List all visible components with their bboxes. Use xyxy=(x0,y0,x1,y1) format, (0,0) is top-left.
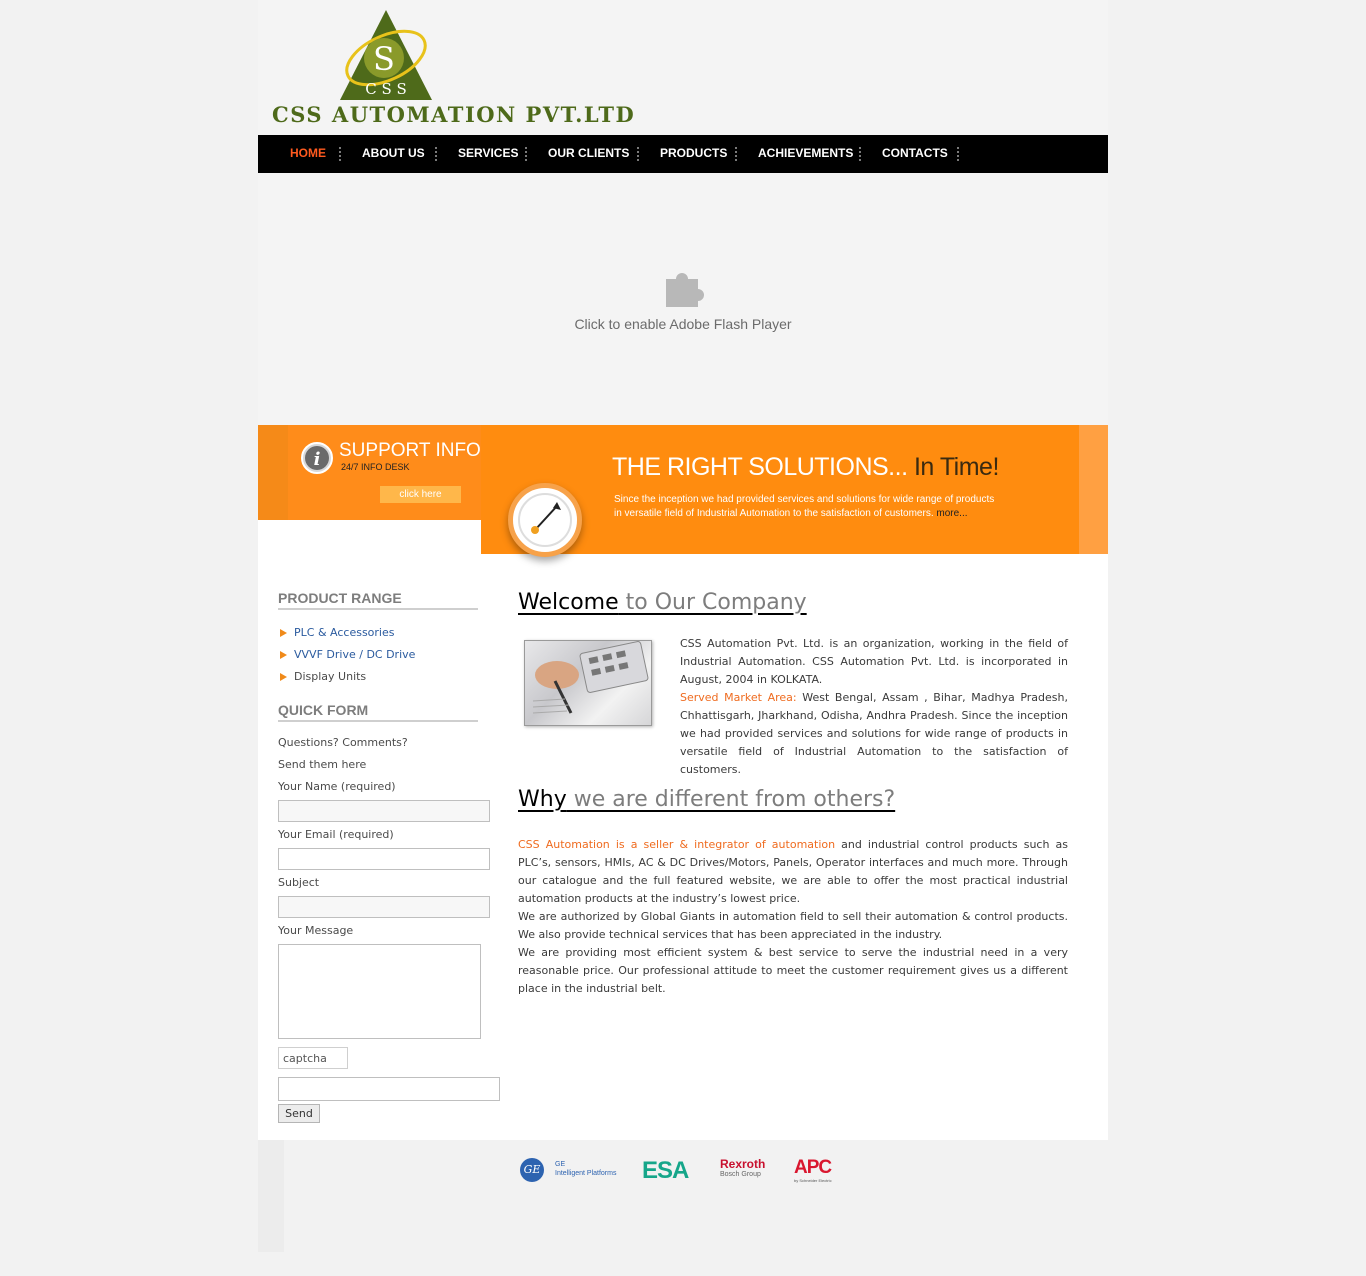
captcha-image: captcha xyxy=(278,1047,348,1069)
banner: i SUPPORT INFO 24/7 INFO DESK click here… xyxy=(258,425,1108,575)
page-wrapper: S C S S CSS AUTOMATION PVT.LTD HOME ABOU… xyxy=(258,0,1108,1252)
nav-separator xyxy=(435,147,439,161)
nav-separator xyxy=(859,147,863,161)
product-link-plc[interactable]: PLC & Accessories xyxy=(294,626,394,639)
product-link-sep: / xyxy=(355,648,367,661)
svg-text:S: S xyxy=(373,40,395,78)
served-line: Served Market Area: West Bengal, Assam ,… xyxy=(518,689,1068,779)
brand-name: CSS AUTOMATION PVT.LTD xyxy=(272,102,636,127)
esa-logo[interactable]: ESA xyxy=(642,1158,689,1184)
solutions-title: THE RIGHT SOLUTIONS... In Time! xyxy=(612,453,999,482)
apc-sub: by Schneider Electric xyxy=(794,1178,832,1183)
nav-separator xyxy=(637,147,641,161)
nav-item-clients[interactable]: OUR CLIENTS xyxy=(548,146,629,160)
nav-separator xyxy=(957,147,961,161)
email-label: Your Email (required) xyxy=(278,828,394,841)
support-subtitle: 24/7 INFO DESK xyxy=(341,462,410,472)
product-list: PLC & Accessories VVVF Drive / DC Drive … xyxy=(278,622,508,688)
rexroth-logo[interactable]: Rexroth Bosch Group xyxy=(720,1158,765,1184)
bullet-arrow-icon xyxy=(280,651,287,659)
nav-separator xyxy=(735,147,739,161)
support-title: SUPPORT INFO xyxy=(339,440,481,461)
captcha-input[interactable] xyxy=(278,1077,500,1101)
nav-separator xyxy=(525,147,529,161)
product-display-units[interactable]: Display Units xyxy=(294,670,366,683)
ge-line-2: Intelligent Platforms xyxy=(555,1170,617,1177)
send-button[interactable]: Send xyxy=(278,1104,320,1123)
more-link[interactable]: more... xyxy=(936,508,967,519)
logo-icon[interactable]: S C S S xyxy=(336,8,436,106)
served-label: Served Market Area: xyxy=(680,691,797,704)
footer-edge xyxy=(258,1140,284,1252)
arrow-icon xyxy=(518,493,572,547)
rexroth-sub: Bosch Group xyxy=(720,1171,761,1178)
list-item[interactable]: PLC & Accessories xyxy=(278,622,508,644)
solutions-title-light: THE RIGHT SOLUTIONS... xyxy=(612,453,908,481)
welcome-heading: Welcome to Our Company xyxy=(518,590,1068,615)
support-info-box: i SUPPORT INFO 24/7 INFO DESK click here xyxy=(258,425,481,520)
sidebar: PRODUCT RANGE PLC & Accessories VVVF Dri… xyxy=(278,590,508,1123)
bullet-arrow-icon xyxy=(280,629,287,637)
nav-item-achievements[interactable]: ACHIEVEMENTS xyxy=(758,146,853,160)
nav-item-products[interactable]: PRODUCTS xyxy=(660,146,727,160)
nav-separator xyxy=(339,147,343,161)
email-field[interactable] xyxy=(278,848,490,870)
solutions-edge xyxy=(1079,425,1108,554)
nav-item-contacts[interactable]: CONTACTS xyxy=(882,146,948,160)
welcome-heading-grey: to Our Company xyxy=(618,590,807,615)
list-item[interactable]: Display Units xyxy=(278,666,508,688)
subject-field[interactable] xyxy=(278,896,490,918)
why-paragraph-3: We are providing most efficient system &… xyxy=(518,946,1068,995)
footer: GE GE Intelligent Platforms ESA Rexroth B… xyxy=(258,1140,1108,1252)
quick-form-intro-2: Send them here xyxy=(278,758,367,771)
message-label: Your Message xyxy=(278,924,354,937)
solutions-text: Since the inception we had provided serv… xyxy=(614,493,1004,521)
ge-mark: GE xyxy=(520,1158,544,1182)
info-icon: i xyxy=(301,442,333,474)
list-item[interactable]: VVVF Drive / DC Drive xyxy=(278,644,508,666)
name-field[interactable] xyxy=(278,800,490,822)
ge-text: GE Intelligent Platforms xyxy=(555,1160,616,1178)
main-nav: HOME ABOUT US SERVICES OUR CLIENTS PRODU… xyxy=(258,135,1108,173)
main-content: Welcome to Our Company CSS Automation Pv… xyxy=(518,590,1068,998)
support-click-button[interactable]: click here xyxy=(380,486,461,503)
product-range-heading: PRODUCT RANGE xyxy=(278,590,478,610)
subject-label: Subject xyxy=(278,876,320,889)
apc-logo[interactable]: APC by Schneider Electric xyxy=(794,1158,832,1184)
why-paragraph-2: We are authorized by Global Giants in au… xyxy=(518,910,1068,941)
welcome-paragraph-1: CSS Automation Pvt. Ltd. is an organizat… xyxy=(680,637,1068,686)
rexroth-text: Rexroth xyxy=(720,1157,766,1171)
message-field[interactable] xyxy=(278,944,481,1039)
why-orange-lead: CSS Automation is a seller & integrator … xyxy=(518,838,836,851)
product-link-dc[interactable]: DC Drive xyxy=(366,648,415,661)
ge-logo[interactable]: GE GE Intelligent Platforms xyxy=(520,1158,630,1184)
header: S C S S CSS AUTOMATION PVT.LTD xyxy=(258,0,1108,135)
why-heading-grey: we are different from others? xyxy=(566,787,896,812)
svg-text:C S S: C S S xyxy=(365,80,407,98)
apc-text: APC xyxy=(794,1157,832,1178)
welcome-block: CSS Automation Pvt. Ltd. is an organizat… xyxy=(518,635,1068,777)
nav-item-home[interactable]: HOME xyxy=(290,146,326,160)
name-label: Your Name (required) xyxy=(278,780,396,793)
target-arrow-icon xyxy=(508,483,582,557)
welcome-text: CSS Automation Pvt. Ltd. is an organizat… xyxy=(518,635,1068,779)
solutions-title-dark: In Time! xyxy=(907,453,999,481)
why-heading: Why we are different from others? xyxy=(518,787,1068,812)
welcome-heading-bold: Welcome xyxy=(518,590,619,615)
quick-form-heading: QUICK FORM xyxy=(278,702,478,722)
quick-form-intro-1: Questions? Comments? xyxy=(278,736,408,749)
why-heading-bold: Why xyxy=(518,787,567,812)
nav-item-about[interactable]: ABOUT US xyxy=(362,146,425,160)
ge-line-1: GE xyxy=(555,1161,566,1168)
puzzle-icon xyxy=(666,273,704,307)
flash-placeholder[interactable]: Click to enable Adobe Flash Player xyxy=(258,173,1108,425)
why-section: Why we are different from others? CSS Au… xyxy=(518,787,1068,998)
flash-message[interactable]: Click to enable Adobe Flash Player xyxy=(258,316,1108,332)
why-paragraph: CSS Automation is a seller & integrator … xyxy=(518,836,1068,908)
bullet-arrow-icon xyxy=(280,673,287,681)
svg-text:i: i xyxy=(314,449,321,470)
product-link-vvvf[interactable]: VVVF Drive xyxy=(294,648,356,661)
nav-item-services[interactable]: SERVICES xyxy=(458,146,518,160)
